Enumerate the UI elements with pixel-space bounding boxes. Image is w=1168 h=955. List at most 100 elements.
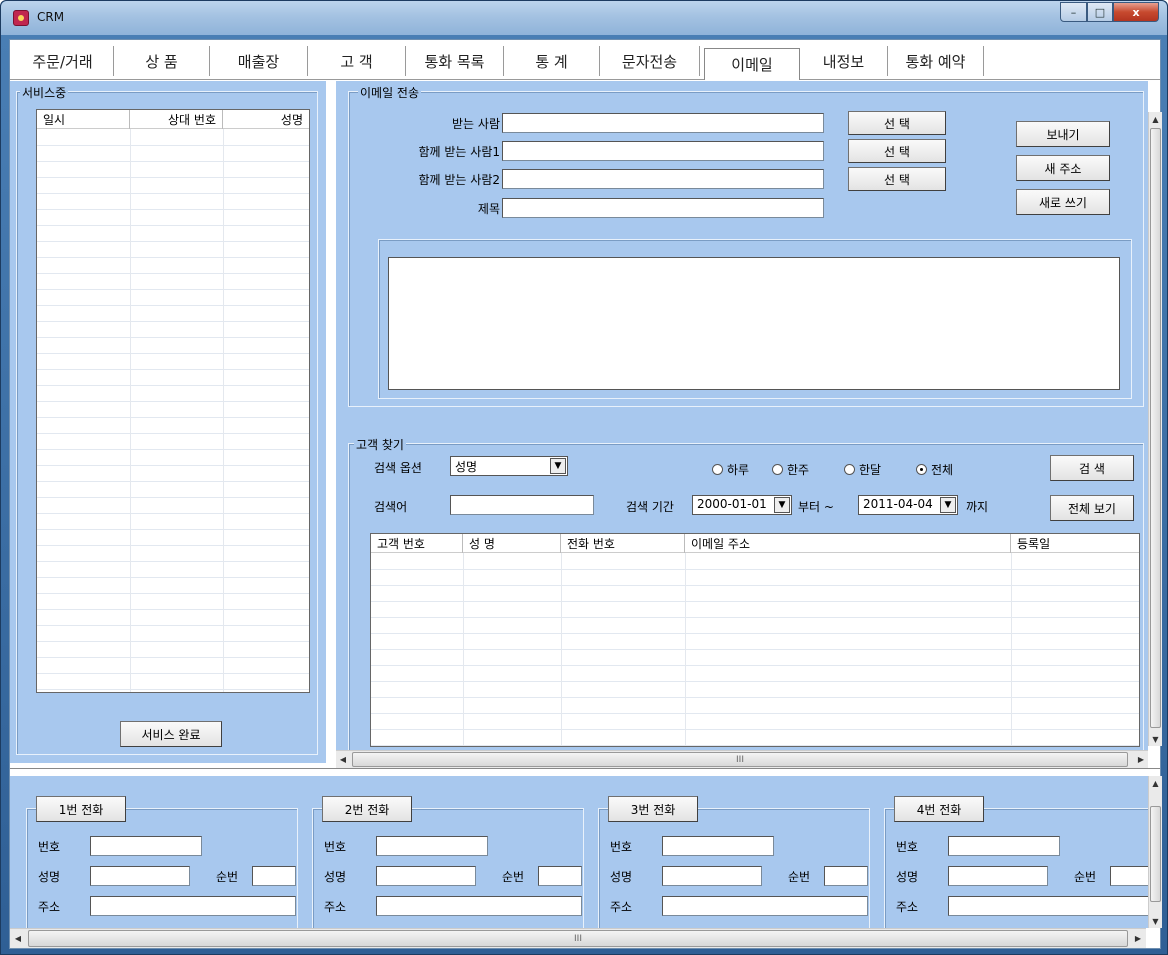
col-phone-no[interactable]: 전화 번호: [561, 534, 685, 553]
hscroll-thumb[interactable]: III: [352, 752, 1128, 767]
scroll-left-icon[interactable]: ◀: [336, 751, 350, 767]
service-list[interactable]: 일시 상대 번호 성명: [36, 109, 310, 693]
col-name[interactable]: 성명: [223, 110, 309, 129]
phone-2-button[interactable]: 2번 전화: [322, 796, 412, 822]
tab-product[interactable]: 상 품: [114, 46, 210, 76]
tab-order[interactable]: 주문/거래: [12, 46, 114, 76]
phone-1-seq-field[interactable]: [252, 866, 296, 886]
search-option-select[interactable]: 성명 ▼: [450, 456, 568, 476]
phone-1-name-field[interactable]: [90, 866, 190, 886]
rewrite-button[interactable]: 새로 쓰기: [1016, 189, 1110, 215]
scroll-right-icon[interactable]: ▶: [1130, 929, 1146, 947]
phone-4-button[interactable]: 4번 전화: [894, 796, 984, 822]
phone-panel: 1번 전화 번호 성명 순번 주소 2번 전화 번호 성명 순번 주소 3번 전…: [10, 776, 1148, 928]
phone-2-number-field[interactable]: [376, 836, 488, 856]
scroll-left-icon[interactable]: ◀: [10, 929, 26, 947]
service-done-button[interactable]: 서비스 완료: [120, 721, 222, 747]
customer-col-sep: [685, 534, 686, 746]
radio-all[interactable]: 전체: [916, 461, 953, 478]
phone-3-addr-label: 주소: [610, 900, 633, 914]
bottom-hscroll[interactable]: ◀ III ▶: [10, 928, 1146, 948]
col-email-address[interactable]: 이메일 주소: [685, 534, 1011, 553]
tab-my-info[interactable]: 내정보: [800, 46, 888, 76]
subject-field[interactable]: [502, 198, 824, 218]
phone-1-addr-field[interactable]: [90, 896, 296, 916]
radio-day-label: 하루: [727, 463, 750, 477]
phone-1-button[interactable]: 1번 전화: [36, 796, 126, 822]
date-to-picker[interactable]: 2011-04-04 ▼: [858, 495, 958, 515]
minimize-button[interactable]: –: [1060, 2, 1087, 22]
search-button[interactable]: 검 색: [1050, 455, 1134, 481]
service-list-rows: [37, 130, 309, 692]
radio-week[interactable]: 한주: [772, 461, 809, 478]
date-from-picker[interactable]: 2000-01-01 ▼: [692, 495, 792, 515]
select-cc1-button[interactable]: 선 택: [848, 139, 946, 163]
service-list-header: 일시 상대 번호 성명: [37, 110, 309, 129]
col-datetime[interactable]: 일시: [37, 110, 130, 129]
to-field[interactable]: [502, 113, 824, 133]
maximize-button[interactable]: □: [1087, 2, 1113, 22]
to-suffix: 까지: [966, 500, 989, 514]
tab-customer[interactable]: 고 객: [308, 46, 406, 76]
close-button[interactable]: x: [1113, 2, 1159, 22]
service-col-sep: [223, 110, 224, 692]
scroll-right-icon[interactable]: ▶: [1134, 751, 1148, 767]
col-cust-name[interactable]: 성 명: [463, 534, 561, 553]
phone-4-addr-field[interactable]: [948, 896, 1148, 916]
send-button[interactable]: 보내기: [1016, 121, 1110, 147]
title-bar[interactable]: CRM – □ x: [1, 1, 1167, 35]
view-all-button[interactable]: 전체 보기: [1050, 495, 1134, 521]
tab-call-list[interactable]: 통화 목록: [406, 46, 504, 76]
cc2-field[interactable]: [502, 169, 824, 189]
email-body-textarea[interactable]: [388, 257, 1120, 390]
phone-2-seq-field[interactable]: [538, 866, 582, 886]
col-customer-no[interactable]: 고객 번호: [371, 534, 463, 553]
customer-list[interactable]: 고객 번호 성 명 전화 번호 이메일 주소 등록일: [370, 533, 1140, 747]
tab-sales-ledger[interactable]: 매출장: [210, 46, 308, 76]
splitter: [326, 81, 336, 763]
bottom-hscroll-thumb[interactable]: III: [28, 930, 1128, 947]
phone-panel-vscroll[interactable]: ▲ ▼: [1148, 776, 1162, 928]
scroll-up-icon[interactable]: ▲: [1149, 112, 1162, 126]
phone-4-number-label: 번호: [896, 840, 919, 854]
phone-3-addr-field[interactable]: [662, 896, 868, 916]
scroll-thumb[interactable]: [1150, 806, 1161, 902]
new-address-button[interactable]: 새 주소: [1016, 155, 1110, 181]
email-panel-hscroll[interactable]: ◀ III ▶: [336, 750, 1148, 768]
phone-4-number-field[interactable]: [948, 836, 1060, 856]
scroll-thumb[interactable]: [1150, 128, 1161, 728]
phone-2-addr-field[interactable]: [376, 896, 582, 916]
tab-sms[interactable]: 문자전송: [600, 46, 700, 76]
scroll-down-icon[interactable]: ▼: [1149, 914, 1162, 928]
app-icon: [13, 10, 29, 26]
phone-4-name-field[interactable]: [948, 866, 1048, 886]
select-cc2-button[interactable]: 선 택: [848, 167, 946, 191]
cc1-field[interactable]: [502, 141, 824, 161]
tab-statistics[interactable]: 통 계: [504, 46, 600, 76]
email-panel-vscroll[interactable]: ▲ ▼: [1148, 112, 1162, 746]
col-registered-date[interactable]: 등록일: [1011, 534, 1139, 553]
radio-day[interactable]: 하루: [712, 461, 749, 478]
keyword-field[interactable]: [450, 495, 594, 515]
phone-2-name-field[interactable]: [376, 866, 476, 886]
tab-call-reservation[interactable]: 통화 예약: [888, 46, 984, 76]
phone-3-button[interactable]: 3번 전화: [608, 796, 698, 822]
radio-month[interactable]: 한달: [844, 461, 881, 478]
scroll-up-icon[interactable]: ▲: [1149, 776, 1162, 790]
phone-1-number-field[interactable]: [90, 836, 202, 856]
calendar-dropdown-icon[interactable]: ▼: [940, 497, 956, 513]
phone-4-seq-field[interactable]: [1110, 866, 1148, 886]
phone-3-number-field[interactable]: [662, 836, 774, 856]
calendar-dropdown-icon[interactable]: ▼: [774, 497, 790, 513]
phone-3-name-field[interactable]: [662, 866, 762, 886]
scroll-down-icon[interactable]: ▼: [1149, 732, 1162, 746]
email-panel: 이메일 전송 받는 사람 선 택 함께 받는 사람1 선 택 함께 받는 사람2…: [336, 81, 1148, 763]
window-title: CRM: [37, 10, 65, 24]
tab-email[interactable]: 이메일: [704, 48, 800, 80]
select-to-button[interactable]: 선 택: [848, 111, 946, 135]
phone-3-seq-field[interactable]: [824, 866, 868, 886]
radio-all-label: 전체: [931, 463, 954, 477]
search-option-label: 검색 옵션: [374, 461, 422, 475]
col-other-number[interactable]: 상대 번호: [130, 110, 223, 129]
dropdown-arrow-icon[interactable]: ▼: [550, 458, 566, 474]
